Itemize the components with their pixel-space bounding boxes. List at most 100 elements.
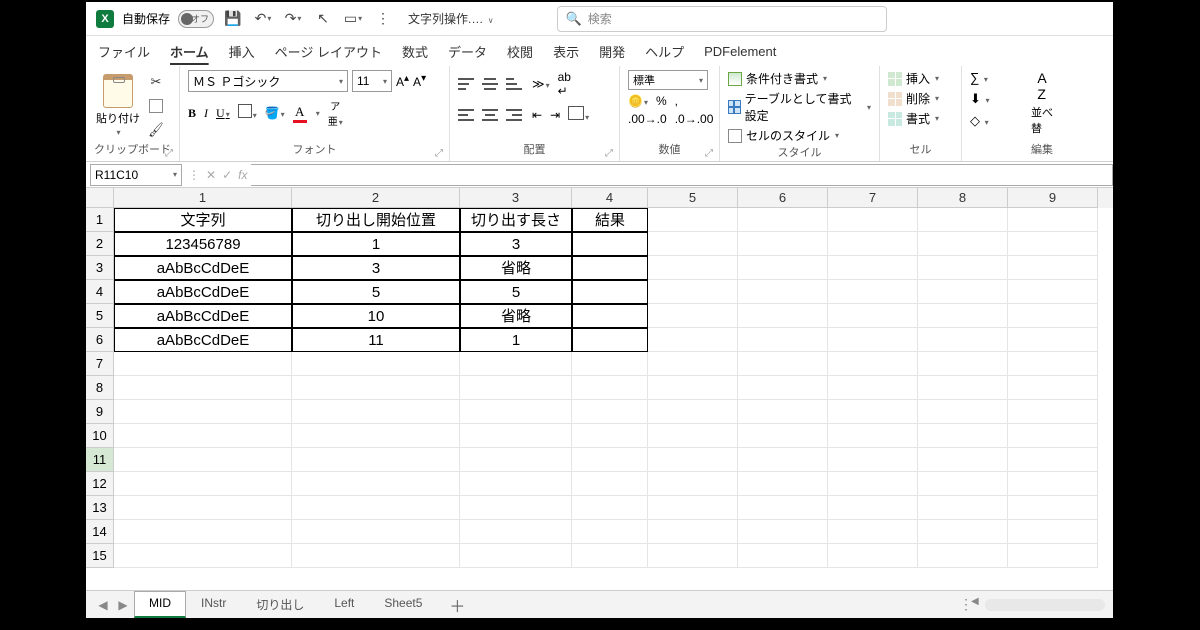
cell[interactable] <box>828 352 918 376</box>
cell[interactable]: aAbBcCdDeE <box>114 328 292 352</box>
cell[interactable] <box>918 544 1008 568</box>
cell[interactable] <box>292 400 460 424</box>
redo-icon[interactable]: ↷▾ <box>282 8 304 30</box>
cell[interactable] <box>738 232 828 256</box>
cell[interactable] <box>460 424 572 448</box>
cell[interactable] <box>1008 280 1098 304</box>
cell[interactable] <box>1008 232 1098 256</box>
screen-icon[interactable]: ▭▾ <box>342 8 364 30</box>
font-size-select[interactable]: 11▾ <box>352 70 392 92</box>
column-header[interactable]: 1 <box>114 188 292 208</box>
cell[interactable] <box>648 496 738 520</box>
cell[interactable] <box>1008 208 1098 232</box>
cell[interactable] <box>114 448 292 472</box>
cell[interactable] <box>572 232 648 256</box>
enter-icon[interactable]: ✓ <box>222 168 232 182</box>
tab-formulas[interactable]: 数式 <box>402 40 428 63</box>
cell[interactable]: 11 <box>292 328 460 352</box>
cell[interactable] <box>460 448 572 472</box>
font-color-button[interactable]: A <box>293 104 307 123</box>
cell[interactable] <box>1008 520 1098 544</box>
add-sheet-button[interactable]: ＋ <box>439 593 475 617</box>
tab-view[interactable]: 表示 <box>553 40 579 63</box>
cell[interactable] <box>572 328 648 352</box>
cell[interactable]: aAbBcCdDeE <box>114 304 292 328</box>
cell[interactable] <box>292 424 460 448</box>
row-header[interactable]: 15 <box>86 544 114 568</box>
column-header[interactable]: 4 <box>572 188 648 208</box>
format-painter-icon[interactable]: 🖌 <box>145 120 166 140</box>
cell[interactable] <box>648 376 738 400</box>
cell[interactable]: 切り出し開始位置 <box>292 208 460 232</box>
cut-icon[interactable]: ✂ <box>146 73 166 91</box>
sheet-nav-prev-icon[interactable]: ◀ <box>94 598 112 612</box>
font-name-select[interactable]: ＭＳ Ｐゴシック▾ <box>188 70 348 92</box>
cell[interactable] <box>738 544 828 568</box>
sheet-tab[interactable]: Sheet5 <box>369 591 437 618</box>
cell[interactable] <box>828 208 918 232</box>
align-middle-icon[interactable] <box>482 78 498 90</box>
column-header[interactable]: 5 <box>648 188 738 208</box>
cell[interactable] <box>738 304 828 328</box>
cell[interactable] <box>648 328 738 352</box>
file-name[interactable]: 文字列操作.… ∨ <box>408 10 494 27</box>
cell[interactable] <box>918 280 1008 304</box>
tab-pagelayout[interactable]: ページ レイアウト <box>275 40 382 63</box>
cell[interactable] <box>738 520 828 544</box>
sheet-nav-next-icon[interactable]: ▶ <box>114 598 132 612</box>
cell[interactable] <box>114 472 292 496</box>
cell[interactable] <box>828 544 918 568</box>
cell[interactable] <box>648 280 738 304</box>
row-header[interactable]: 13 <box>86 496 114 520</box>
orientation-button[interactable]: ≫▾ <box>532 77 550 91</box>
cell[interactable] <box>1008 304 1098 328</box>
align-left-icon[interactable] <box>458 109 474 121</box>
cell[interactable] <box>1008 352 1098 376</box>
format-cells-button[interactable]: 書式 ▾ <box>888 110 953 127</box>
dialog-launcher-icon[interactable]: ⤢ <box>435 148 443 159</box>
cell[interactable] <box>572 280 648 304</box>
name-box[interactable]: R11C10▾ <box>90 164 182 186</box>
align-bottom-icon[interactable] <box>506 78 522 90</box>
tab-help[interactable]: ヘルプ <box>645 40 684 63</box>
tab-insert[interactable]: 挿入 <box>229 40 255 63</box>
cell[interactable] <box>292 352 460 376</box>
cell[interactable]: 123456789 <box>114 232 292 256</box>
format-as-table-button[interactable]: テーブルとして書式設定 ▾ <box>728 90 871 124</box>
cell[interactable] <box>918 400 1008 424</box>
cursor-icon[interactable]: ↖ <box>312 8 334 30</box>
column-header[interactable]: 3 <box>460 188 572 208</box>
row-header[interactable]: 2 <box>86 232 114 256</box>
cell[interactable] <box>114 376 292 400</box>
row-header[interactable]: 9 <box>86 400 114 424</box>
sheet-tab[interactable]: Left <box>319 591 369 618</box>
cell[interactable] <box>918 448 1008 472</box>
underline-button[interactable]: U▾ <box>216 106 230 121</box>
conditional-format-button[interactable]: 条件付き書式 ▾ <box>728 70 871 87</box>
cell[interactable] <box>1008 544 1098 568</box>
cell[interactable] <box>738 496 828 520</box>
cell[interactable] <box>828 448 918 472</box>
cell[interactable] <box>648 256 738 280</box>
tab-review[interactable]: 校閲 <box>507 40 533 63</box>
cell[interactable] <box>738 208 828 232</box>
formula-bar[interactable] <box>251 164 1113 186</box>
select-all-corner[interactable] <box>86 188 114 208</box>
insert-cells-button[interactable]: 挿入 ▾ <box>888 70 953 87</box>
cell[interactable]: 切り出す長さ <box>460 208 572 232</box>
fill-color-button[interactable]: 🪣▾ <box>265 106 285 121</box>
sort-filter-button[interactable]: AZ 並べ 替 <box>1030 70 1054 136</box>
cell[interactable]: 文字列 <box>114 208 292 232</box>
cell[interactable] <box>292 544 460 568</box>
cell[interactable] <box>572 424 648 448</box>
cell[interactable] <box>460 400 572 424</box>
copy-icon[interactable] <box>146 97 166 115</box>
comma-button[interactable]: , <box>675 94 678 108</box>
cell-styles-button[interactable]: セルのスタイル ▾ <box>728 127 871 144</box>
row-header[interactable]: 14 <box>86 520 114 544</box>
cell[interactable] <box>572 544 648 568</box>
cell[interactable] <box>828 472 918 496</box>
cell[interactable]: aAbBcCdDeE <box>114 256 292 280</box>
cell[interactable] <box>738 256 828 280</box>
percent-button[interactable]: % <box>656 94 667 108</box>
